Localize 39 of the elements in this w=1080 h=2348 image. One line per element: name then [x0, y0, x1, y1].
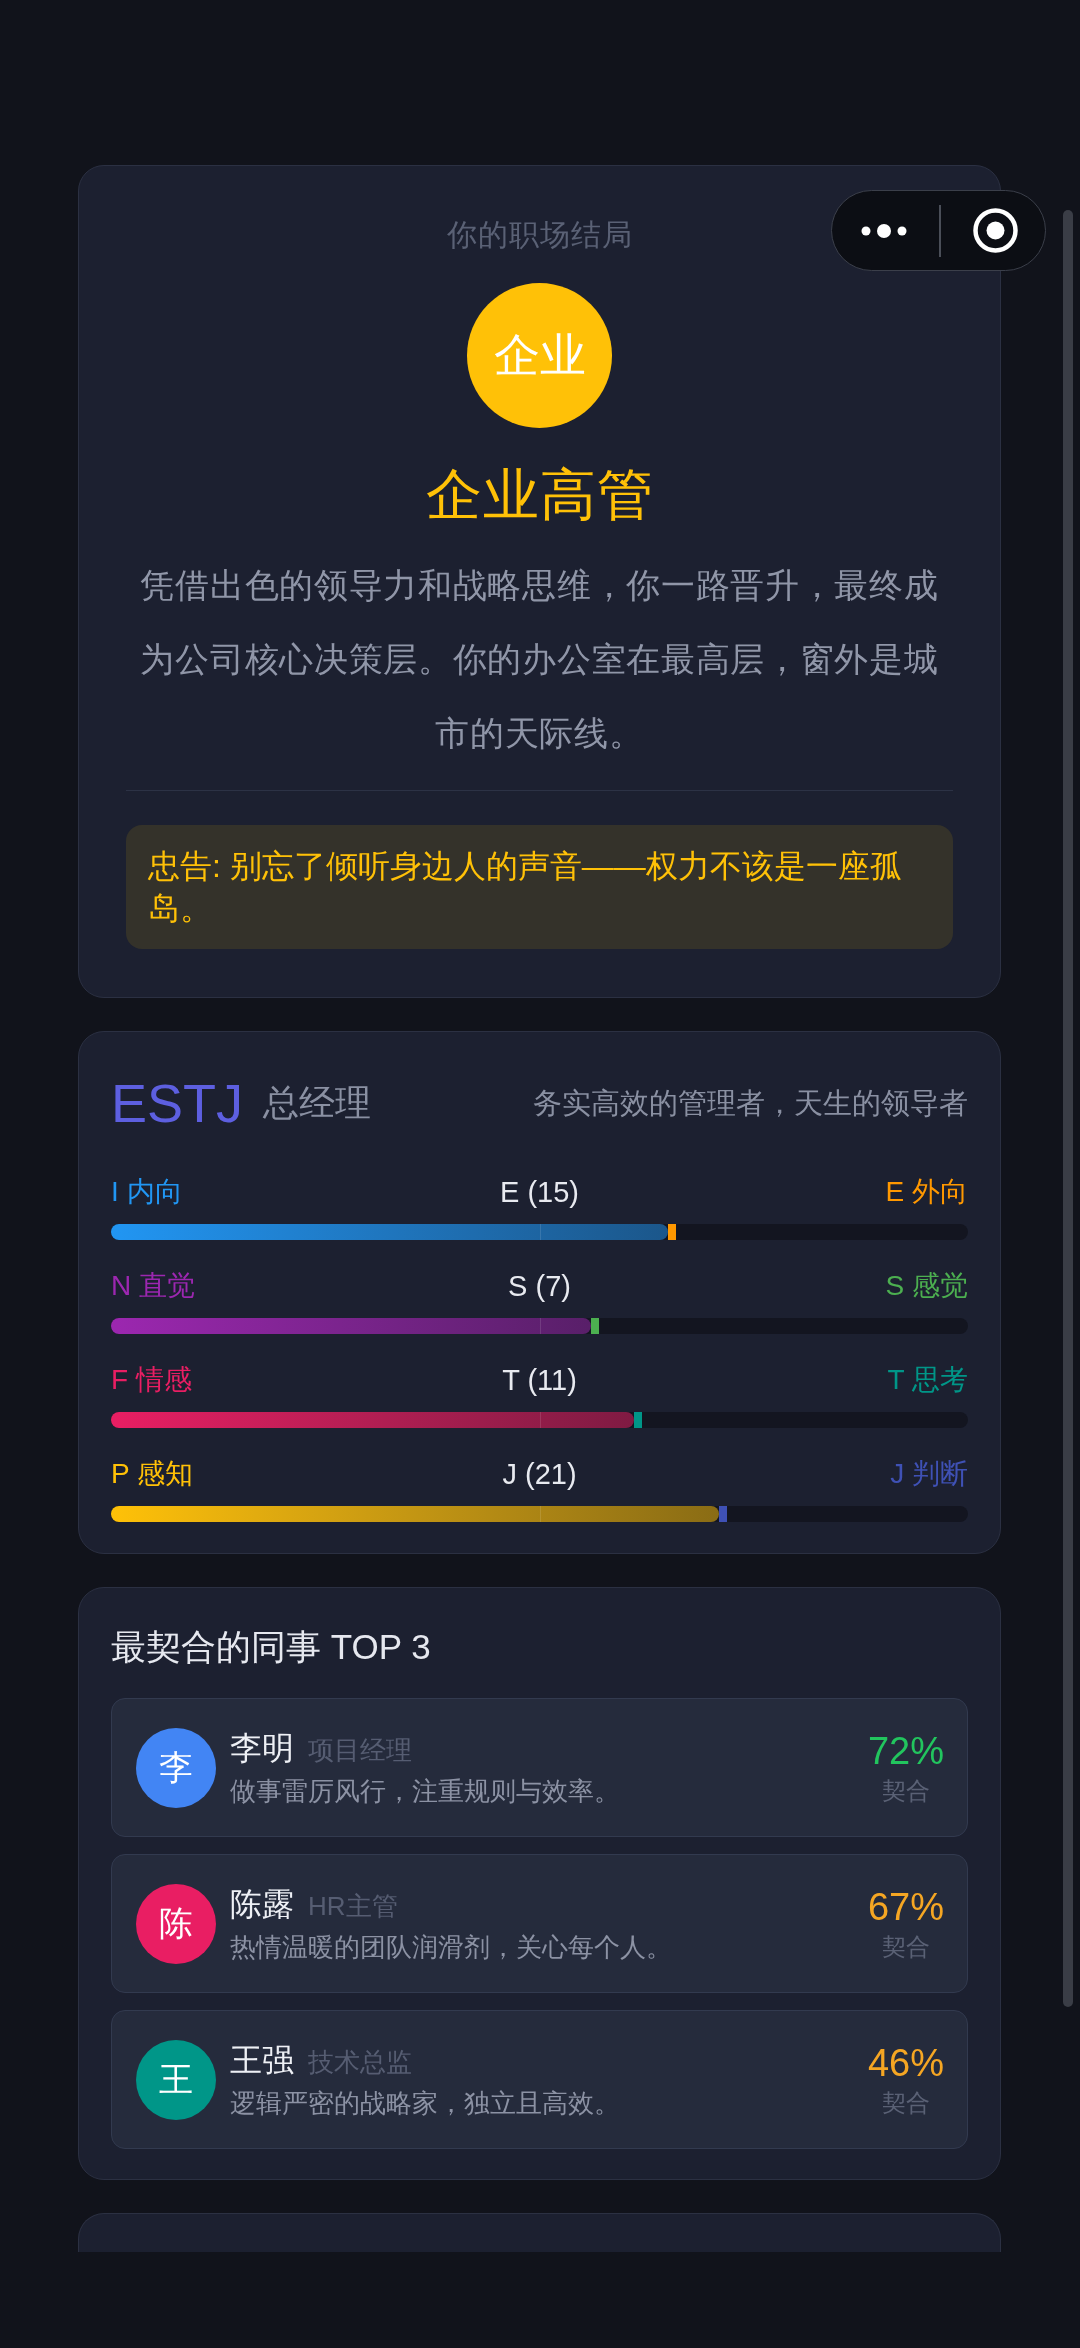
pole-label: T 思考: [887, 1363, 968, 1397]
colleague-name: 陈露: [230, 1884, 294, 1924]
personality-type: ESTJ: [111, 1072, 244, 1135]
score-label: E (15): [500, 1175, 579, 1210]
pole-label: J 判断: [890, 1457, 968, 1491]
match-percent: 46%: [867, 2040, 944, 2086]
career-badge: 企业: [467, 283, 612, 428]
colleague-description: 热情温暖的团队润滑剂，关心每个人。: [230, 1930, 673, 1964]
section-title: 最契合的同事 TOP 3: [111, 1626, 432, 1668]
result-caption: 你的职场结局: [446, 217, 633, 253]
avatar: 李: [136, 1727, 216, 1808]
pole-label: I 内向: [111, 1175, 183, 1209]
match-percent: 67%: [867, 1884, 944, 1930]
match-label: 契合: [881, 1775, 930, 1806]
colleague-description: 逻辑严密的战略家，独立且高效。: [230, 2086, 621, 2120]
avatar: 陈: [136, 1883, 216, 1964]
score-label: T (11): [502, 1363, 577, 1398]
career-description: 凭借出色的领导力和战略思维，你一路晋升，最终成为公司核心决策层。你的办公室在最高层，窗外是城市的天际线。: [139, 565, 940, 754]
pole-label: N 直觉: [111, 1269, 195, 1303]
score-label: J (21): [502, 1457, 577, 1492]
personality-role: 总经理: [263, 1081, 372, 1125]
pole-label: P 感知: [111, 1457, 193, 1491]
pole-label: F 情感: [111, 1363, 192, 1397]
match-label: 契合: [881, 1931, 930, 1962]
pole-label: S 感觉: [885, 1269, 968, 1303]
avatar: 王: [136, 2039, 216, 2120]
match-label: 契合: [881, 2087, 930, 2118]
colleague-description: 做事雷厉风行，注重规则与效率。: [230, 1774, 621, 1808]
career-title: 企业高管: [425, 462, 654, 528]
personality-tagline: 务实高效的管理者，天生的领导者: [533, 1086, 968, 1121]
scrollbar[interactable]: [1063, 210, 1073, 2007]
advice-note: 忠告: 别忘了倾听身边人的声音——权力不该是一座孤岛。: [126, 825, 953, 949]
target-icon[interactable]: [973, 208, 1018, 253]
match-percent: 72%: [867, 1728, 944, 1774]
more-icon[interactable]: [861, 222, 907, 239]
colleague-name: 李明: [230, 1728, 294, 1768]
colleague-name: 王强: [230, 2040, 294, 2080]
score-label: S (7): [508, 1269, 571, 1304]
pole-label: E 外向: [885, 1175, 968, 1209]
